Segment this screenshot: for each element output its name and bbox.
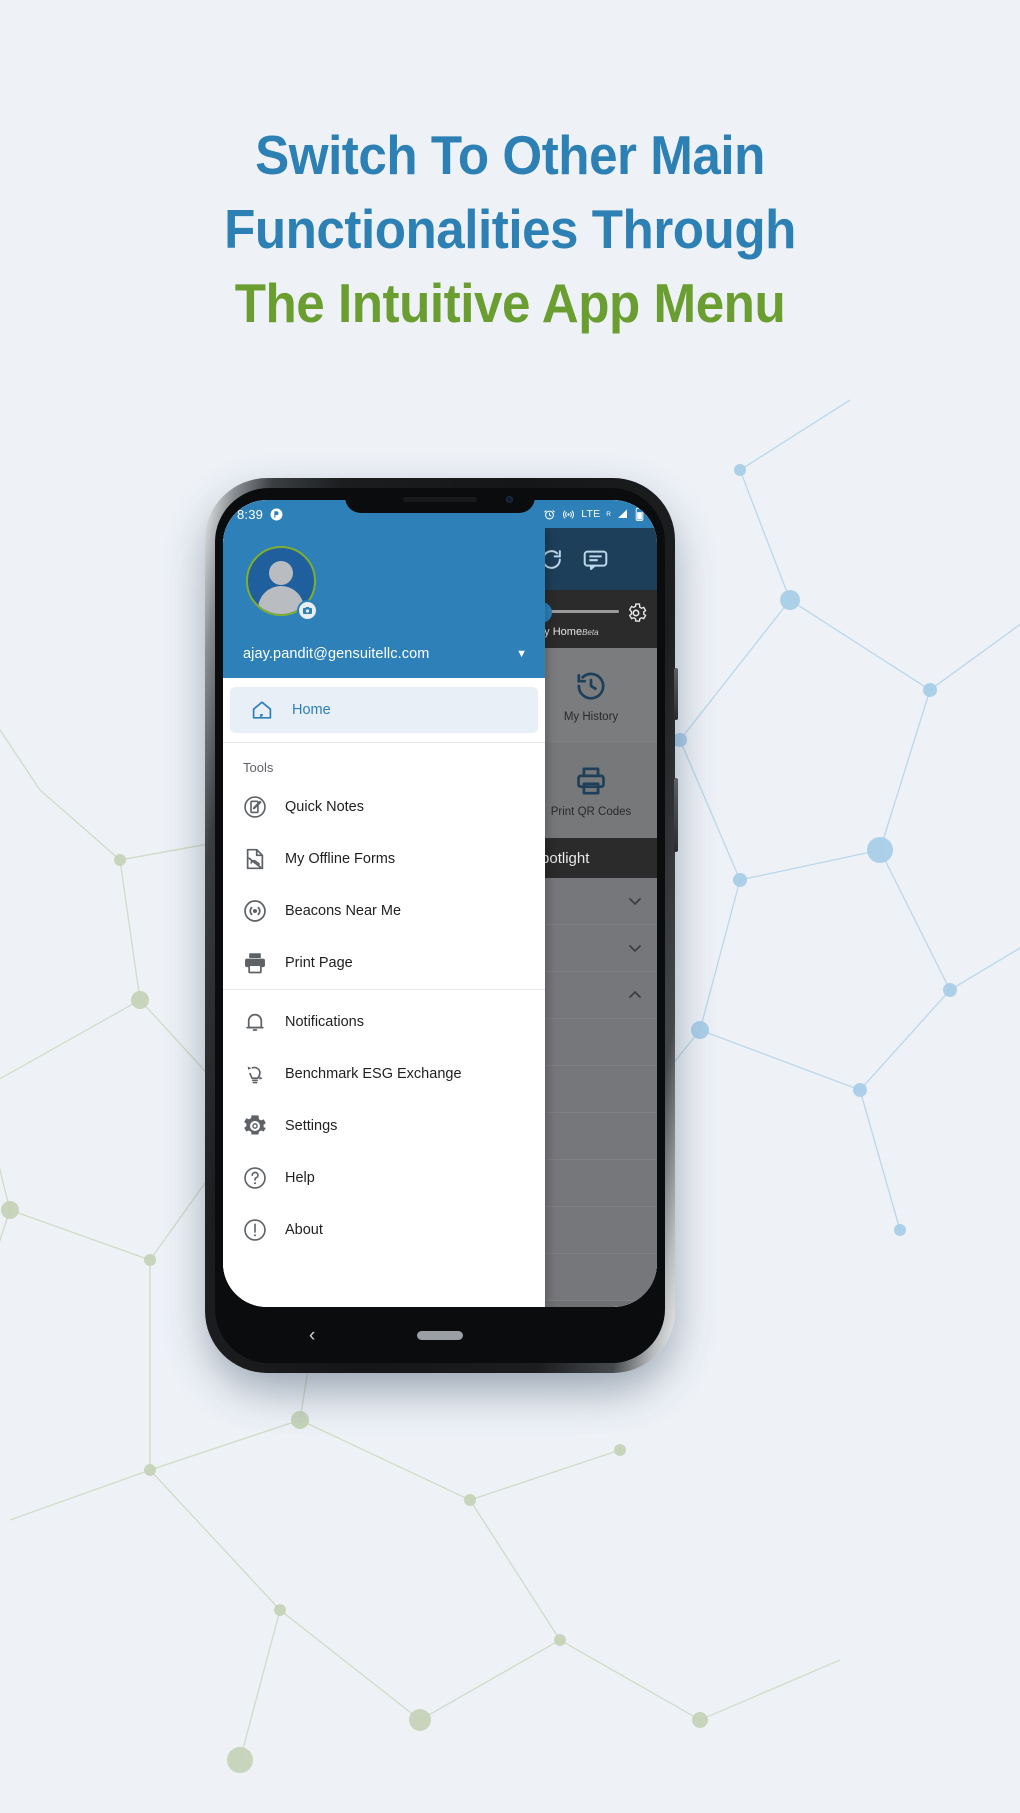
drawer-header: ajay.pandit@gensuitellc.com ▼	[223, 528, 545, 678]
phone-bezel: 8:39 LTE R My HomeBeta My History Print …	[215, 488, 665, 1363]
front-camera	[506, 496, 513, 503]
printer-icon	[574, 764, 608, 798]
do-not-disturb-icon	[270, 508, 283, 521]
home-pill-icon[interactable]	[417, 1330, 463, 1340]
headline-line-3: The Intuitive App Menu	[234, 272, 786, 334]
account-row[interactable]: ajay.pandit@gensuitellc.com ▼	[223, 646, 545, 662]
home-icon	[248, 698, 276, 722]
quick-notes-icon	[241, 794, 269, 820]
page-headline: Switch To Other Main Functionalities Thr…	[0, 118, 1020, 340]
sidebar-item-about[interactable]: About	[223, 1204, 545, 1256]
sidebar-item-quick-notes-label: Quick Notes	[285, 799, 364, 815]
tile-print-qr-codes-label: Print QR Codes	[550, 805, 632, 818]
sidebar-item-my-offline-forms[interactable]: My Offline Forms	[223, 833, 545, 885]
sidebar-item-quick-notes[interactable]: Quick Notes	[223, 781, 545, 833]
gear-icon	[241, 1113, 269, 1139]
headline-line-1: Switch To Other Main	[255, 124, 765, 186]
sidebar-item-home-label: Home	[292, 702, 331, 718]
phone-frame: 8:39 LTE R My HomeBeta My History Print …	[205, 478, 678, 1373]
sidebar-item-settings[interactable]: Settings	[223, 1100, 545, 1152]
sidebar-item-about-label: About	[285, 1222, 323, 1238]
back-icon[interactable]: ‹	[309, 1326, 315, 1345]
gear-icon[interactable]	[625, 602, 647, 624]
sidebar-item-home[interactable]: Home	[230, 687, 538, 733]
printer-icon	[241, 950, 269, 976]
volume-button[interactable]	[674, 668, 678, 720]
sidebar-item-beacons-near-me-label: Beacons Near Me	[285, 903, 402, 919]
network-roaming-indicator: R	[606, 510, 611, 518]
sidebar-item-notifications[interactable]: Notifications	[223, 996, 545, 1048]
chevron-up-icon	[625, 985, 645, 1005]
account-email: ajay.pandit@gensuitellc.com	[243, 646, 430, 662]
tools-section-title: Tools	[243, 760, 274, 775]
earpiece-speaker	[403, 497, 477, 502]
chevron-down-icon	[625, 938, 645, 958]
sidebar-item-settings-label: Settings	[285, 1118, 338, 1134]
chevron-down-icon[interactable]: ▼	[516, 648, 527, 660]
phone-mockup: 8:39 LTE R My HomeBeta My History Print …	[205, 478, 678, 1378]
phone-notch	[345, 488, 535, 513]
battery-icon	[635, 507, 644, 521]
offline-forms-icon	[241, 846, 269, 872]
alarm-icon	[543, 508, 556, 521]
info-icon	[241, 1217, 269, 1243]
hotspot-icon	[562, 508, 575, 521]
sidebar-item-benchmark-esg-exchange[interactable]: Benchmark ESG Exchange	[223, 1048, 545, 1100]
divider	[223, 989, 545, 990]
sidebar-item-benchmark-esg-exchange-label: Benchmark ESG Exchange	[285, 1066, 462, 1082]
help-icon	[241, 1165, 269, 1191]
android-nav-bar: ‹	[223, 1307, 657, 1363]
signal-icon	[617, 508, 629, 520]
sidebar-item-print-page-label: Print Page	[285, 955, 353, 971]
chevron-down-icon	[625, 891, 645, 911]
phone-screen: 8:39 LTE R My HomeBeta My History Print …	[223, 500, 657, 1307]
navigation-drawer: ajay.pandit@gensuitellc.com ▼ Home Tools…	[223, 528, 545, 1307]
sidebar-item-help[interactable]: Help	[223, 1152, 545, 1204]
chat-icon[interactable]	[582, 546, 609, 573]
power-button[interactable]	[674, 778, 678, 852]
headline-line-2: Functionalities Through	[224, 198, 796, 260]
beacon-icon	[241, 898, 269, 924]
sidebar-item-notifications-label: Notifications	[285, 1014, 364, 1030]
drawer-menu: Home Tools Quick Notes My Offline Forms …	[223, 678, 545, 1307]
status-bar-time: 8:39	[237, 506, 264, 522]
sidebar-item-help-label: Help	[285, 1170, 315, 1186]
history-icon	[574, 669, 608, 703]
sidebar-item-beacons-near-me[interactable]: Beacons Near Me	[223, 885, 545, 937]
esg-exchange-icon	[241, 1061, 269, 1087]
tile-my-history-label: My History	[563, 710, 619, 723]
bell-icon	[241, 1009, 269, 1035]
network-type-label: LTE	[581, 508, 601, 520]
avatar-head	[269, 561, 293, 585]
sidebar-item-print-page[interactable]: Print Page	[223, 937, 545, 989]
app-viewport: 8:39 LTE R My HomeBeta My History Print …	[223, 500, 657, 1307]
sidebar-item-my-offline-forms-label: My Offline Forms	[285, 851, 396, 867]
camera-icon[interactable]	[297, 600, 318, 621]
beta-badge: Beta	[582, 628, 599, 637]
